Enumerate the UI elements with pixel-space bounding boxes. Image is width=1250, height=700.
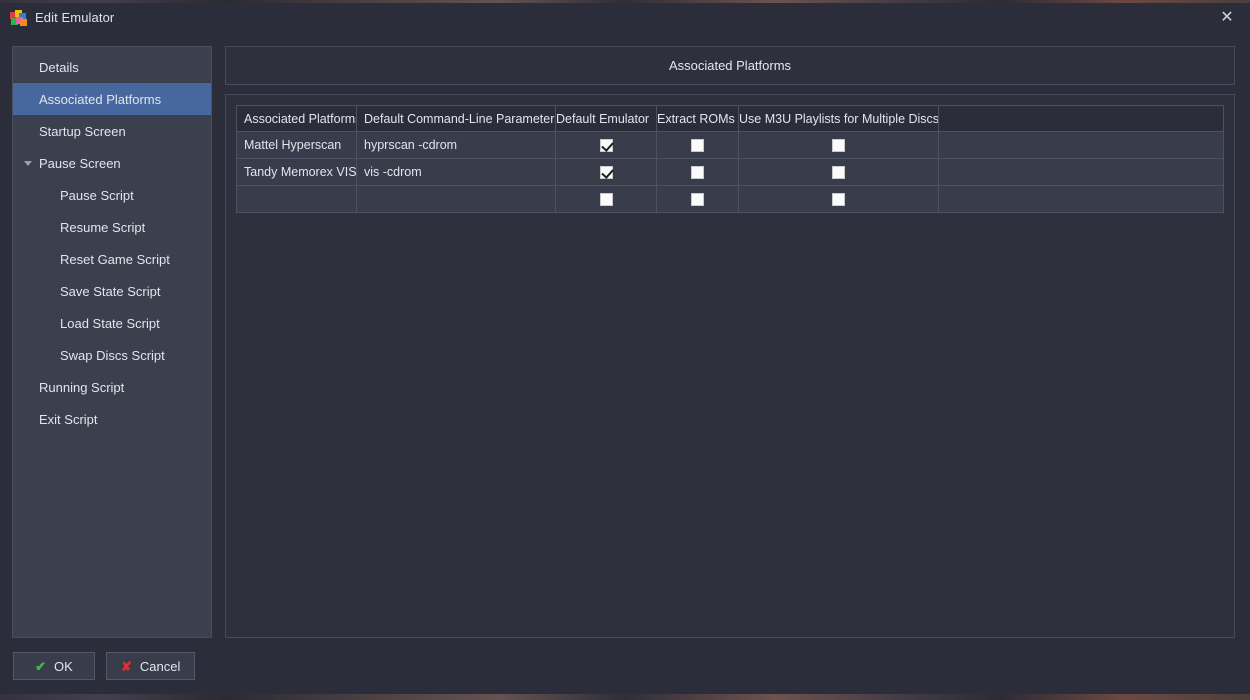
sidebar-item-label: Load State Script [60,315,160,331]
column-header[interactable]: Associated Platforms [236,105,357,132]
sidebar-item-label: Details [39,59,79,75]
background-app-strip-bottom [0,694,1250,700]
unchecked-checkbox-icon[interactable] [691,139,704,153]
sidebar-item-details[interactable]: Details [13,51,211,83]
sidebar-item-reset-game-script[interactable]: Reset Game Script [13,243,211,275]
chevron-down-icon[interactable] [24,161,32,166]
sidebar-item-label: Resume Script [60,219,146,235]
dialog-footer: ✔ OK ✘ Cancel [0,638,1250,694]
cell-use_m3u[interactable] [738,185,939,213]
column-header[interactable]: Use M3U Playlists for Multiple Discs [738,105,939,132]
dialog-body: Details Associated Platforms Startup Scree… [0,32,1250,638]
sidebar-item-label: Startup Screen [39,123,126,139]
sidebar-item-pause-screen[interactable]: Pause Screen [13,147,211,179]
unchecked-checkbox-icon[interactable] [599,193,613,207]
associated-platforms-table: Associated Platforms Default Command-Line… [236,105,1224,213]
table-row[interactable] [236,185,1224,213]
unchecked-checkbox-icon[interactable] [691,193,704,207]
table-row[interactable]: Mattel Hyperscan hyprscan -cdrom [236,131,1224,159]
cell-use_m3u[interactable] [738,158,939,186]
unchecked-checkbox-icon[interactable] [832,139,845,153]
navigation-sidebar: Details Associated Platforms Startup Scree… [12,46,212,638]
sidebar-item-startup-screen[interactable]: Startup Screen [13,115,211,147]
column-header[interactable]: Default Emulator [555,105,657,132]
cancel-button-label: Cancel [139,658,181,674]
cell-platform[interactable]: Mattel Hyperscan [236,131,357,159]
grid-area: Associated Platforms Default Command-Line… [225,94,1235,638]
column-header[interactable] [938,105,1224,132]
sidebar-item-resume-script[interactable]: Resume Script [13,211,211,243]
sidebar-item-label: Save State Script [60,283,161,299]
cell-use_m3u[interactable] [738,131,939,159]
window-title: Edit Emulator [35,10,115,25]
checked-checkbox-icon[interactable] [599,166,613,180]
cell-platform[interactable]: Tandy Memorex VIS [236,158,357,186]
ok-button-label: OK [54,658,73,674]
cell-platform[interactable] [236,185,357,213]
unchecked-checkbox-icon[interactable] [832,193,845,207]
panel-title: Associated Platforms [668,58,792,73]
cell-filler [938,158,1224,186]
ok-button[interactable]: ✔ OK [13,652,95,680]
table-row[interactable]: Tandy Memorex VIS vis -cdrom [236,158,1224,186]
cell-filler [938,185,1224,213]
sidebar-item-pause-script[interactable]: Pause Script [13,179,211,211]
panel-header: Associated Platforms [225,46,1235,85]
sidebar-item-swap-discs-script[interactable]: Swap Discs Script [13,339,211,371]
edit-emulator-dialog: Edit Emulator ✕ Details Associated Platfo… [0,3,1250,694]
sidebar-item-associated-platforms[interactable]: Associated Platforms [13,83,211,115]
sidebar-item-load-state-script[interactable]: Load State Script [13,307,211,339]
column-header[interactable]: Extract ROMs [656,105,739,132]
unchecked-checkbox-icon[interactable] [691,166,704,180]
sidebar-item-label: Reset Game Script [60,251,170,267]
cell-default_emulator[interactable] [555,158,657,186]
sidebar-item-label: Associated Platforms [39,91,162,107]
cell-filler [938,131,1224,159]
sidebar-item-label: Pause Script [60,187,134,203]
cross-icon: ✘ [121,658,132,674]
sidebar-item-exit-script[interactable]: Exit Script [13,403,211,435]
sidebar-item-label: Running Script [39,379,125,395]
table-header-row: Associated Platforms Default Command-Line… [236,105,1224,132]
cancel-button[interactable]: ✘ Cancel [106,652,196,680]
sidebar-item-label: Exit Script [39,411,98,427]
cell-extract_roms[interactable] [656,158,739,186]
title-bar: Edit Emulator ✕ [0,3,1250,32]
column-header[interactable]: Default Command-Line Parameters [356,105,556,132]
checked-checkbox-icon[interactable] [599,139,613,153]
sidebar-item-label: Pause Screen [39,155,121,171]
cell-default_emulator[interactable] [555,131,657,159]
cell-parameters[interactable]: hyprscan -cdrom [356,131,556,159]
cell-parameters[interactable]: vis -cdrom [356,158,556,186]
sidebar-item-label: Swap Discs Script [60,347,165,363]
sidebar-item-save-state-script[interactable]: Save State Script [13,275,211,307]
cell-default_emulator[interactable] [555,185,657,213]
content-panel: Associated Platforms Associated Platform… [225,46,1235,638]
cell-extract_roms[interactable] [656,131,739,159]
cell-extract_roms[interactable] [656,185,739,213]
close-icon[interactable]: ✕ [1204,3,1250,32]
cell-parameters[interactable] [356,185,556,213]
rubiks-cube-icon [10,9,27,26]
check-icon: ✔ [35,658,47,674]
sidebar-item-running-script[interactable]: Running Script [13,371,211,403]
unchecked-checkbox-icon[interactable] [832,166,845,180]
